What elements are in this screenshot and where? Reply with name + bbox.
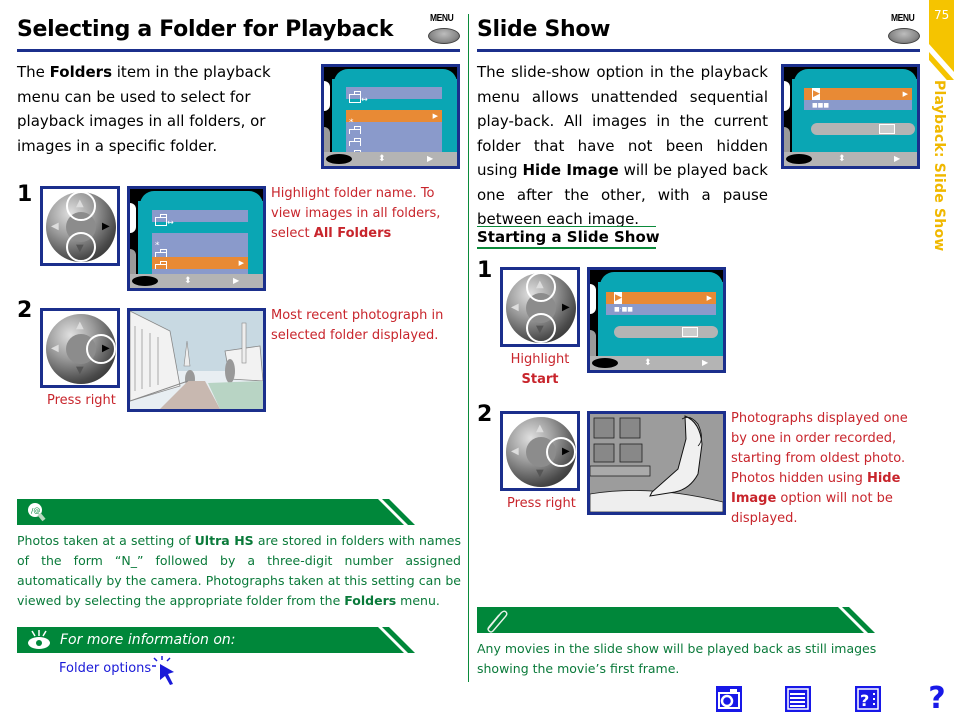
- subheading-rule: [477, 247, 656, 249]
- press-right-caption: Press right: [47, 393, 116, 408]
- banner-cut-decoration: [374, 627, 415, 653]
- note-text: Any movies in the slide show will be pla…: [477, 641, 877, 676]
- right-intro-text: The slide-show option in the playback me…: [477, 63, 768, 228]
- help-menu-icon[interactable]: ?: [855, 686, 881, 712]
- svg-text:/@: /@: [31, 507, 40, 515]
- lcd-folders-menu: ↔ *▶ ⬍▶: [321, 64, 460, 169]
- girl-photo: [587, 411, 726, 515]
- left-page-title: Selecting a Folder for Playback: [17, 17, 394, 42]
- menu-list-icon[interactable]: [785, 686, 811, 712]
- more-info-title: For more information on:: [60, 632, 236, 648]
- step-number: 1: [477, 258, 493, 283]
- note-banner: [477, 607, 849, 633]
- step-number: 1: [17, 182, 33, 207]
- paperclip-icon: [487, 610, 508, 633]
- banner-cut-decoration: [834, 607, 875, 633]
- dpad-up-down-icon: ▲ ▼ ◀ ▶: [40, 186, 120, 266]
- step1-instruction: Highlight folder name. To view images in…: [271, 186, 441, 241]
- help-icon[interactable]: ?: [923, 684, 951, 714]
- camera-icon[interactable]: [716, 686, 742, 712]
- lightbulb-icon: /@: [28, 503, 46, 522]
- tip-banner: [17, 499, 389, 525]
- svg-text:?: ?: [860, 691, 869, 710]
- step-number: 2: [477, 402, 493, 427]
- street-photo: [127, 308, 266, 412]
- tip-text: Photos taken at a setting of Ultra HS ar…: [17, 533, 462, 608]
- title-rule: [17, 49, 460, 52]
- menu-button-icon: [888, 28, 920, 44]
- page-number: 75: [934, 8, 950, 22]
- menu-button-label: MENU: [430, 13, 454, 24]
- banner-cut-decoration: [374, 499, 415, 525]
- side-tab-label: Playback: Slide Show: [931, 80, 947, 252]
- menu-button-icon: [428, 28, 460, 44]
- cursor-link-icon[interactable]: [150, 654, 178, 688]
- step2-instruction: Most recent photograph in selected folde…: [271, 308, 444, 343]
- left-intro-text: The Folders item in the playback menu ca…: [17, 63, 271, 155]
- menu-button-label: MENU: [891, 13, 915, 24]
- dpad-right-icon: ▲ ▼ ◀ ▶: [40, 308, 120, 388]
- title-rule: [477, 49, 920, 52]
- lcd-slideshow-start: ▶ ▶ ■·■■ ⬍ ▶: [587, 267, 726, 373]
- step2-slideshow-instruction: Photographs displayed one by one in orde…: [731, 411, 908, 526]
- highlight-start-caption: Highlight Start: [510, 352, 570, 387]
- step-number: 2: [17, 298, 33, 323]
- folder-options-link[interactable]: Folder options: [59, 661, 151, 676]
- lcd-slideshow-menu: ▶ ▶ ■■■ ⬍ ▶: [781, 64, 920, 169]
- dpad-up-down-icon: ▲ ▼ ◀ ▶: [500, 267, 580, 347]
- right-page-title: Slide Show: [477, 17, 611, 42]
- press-right-caption: Press right: [507, 496, 576, 511]
- subheading: Starting a Slide Show: [477, 228, 660, 246]
- column-divider: [468, 14, 469, 682]
- lcd-folder-select: ↔ * ▶ ⬍▶: [127, 186, 266, 291]
- eye-icon: [28, 630, 50, 649]
- dpad-right-icon: ▲ ▼ ◀ ▶: [500, 411, 580, 491]
- subheading-rule-top: [477, 226, 656, 227]
